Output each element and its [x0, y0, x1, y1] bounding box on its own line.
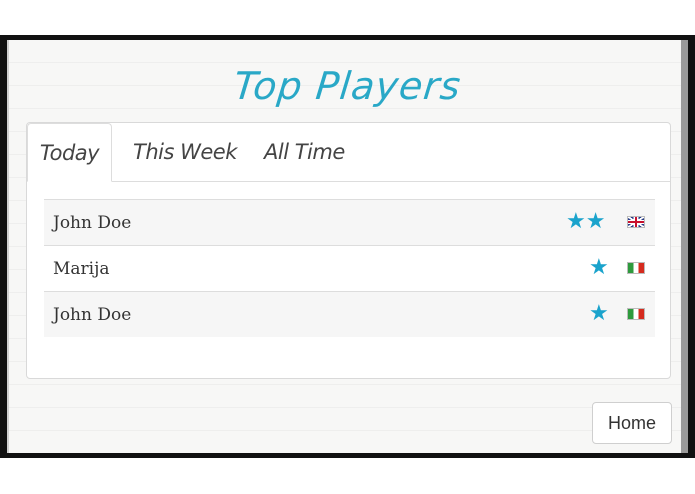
- player-row[interactable]: John Doe ★: [44, 291, 655, 337]
- uk-flag-icon: [627, 216, 645, 228]
- italy-flag-icon: [627, 262, 645, 274]
- tab-bar: Today This Week All Time: [27, 123, 670, 182]
- home-button[interactable]: Home: [592, 402, 672, 444]
- device-frame: Top Players Today This Week All Time Joh…: [0, 35, 695, 458]
- player-row[interactable]: Marija ★: [44, 245, 655, 291]
- tab-today[interactable]: Today: [27, 123, 112, 182]
- star-rating-icon: ★: [589, 255, 609, 280]
- scrollbar[interactable]: [681, 40, 688, 453]
- tab-all-time[interactable]: All Time: [264, 123, 345, 181]
- player-name: John Doe: [53, 305, 132, 325]
- player-name: John Doe: [53, 213, 132, 233]
- player-name: Marija: [53, 259, 110, 279]
- app-screen: Top Players Today This Week All Time Joh…: [7, 40, 688, 453]
- page-title: Top Players: [231, 64, 464, 108]
- players-list: John Doe ★★ Marija ★ John Doe ★: [44, 199, 655, 337]
- tab-this-week[interactable]: This Week: [133, 123, 237, 181]
- star-rating-icon: ★: [589, 301, 609, 326]
- star-rating-icon: ★★: [566, 209, 606, 234]
- player-row[interactable]: John Doe ★★: [44, 199, 655, 245]
- italy-flag-icon: [627, 308, 645, 320]
- leaderboard-panel: Today This Week All Time John Doe ★★ Mar…: [26, 122, 671, 379]
